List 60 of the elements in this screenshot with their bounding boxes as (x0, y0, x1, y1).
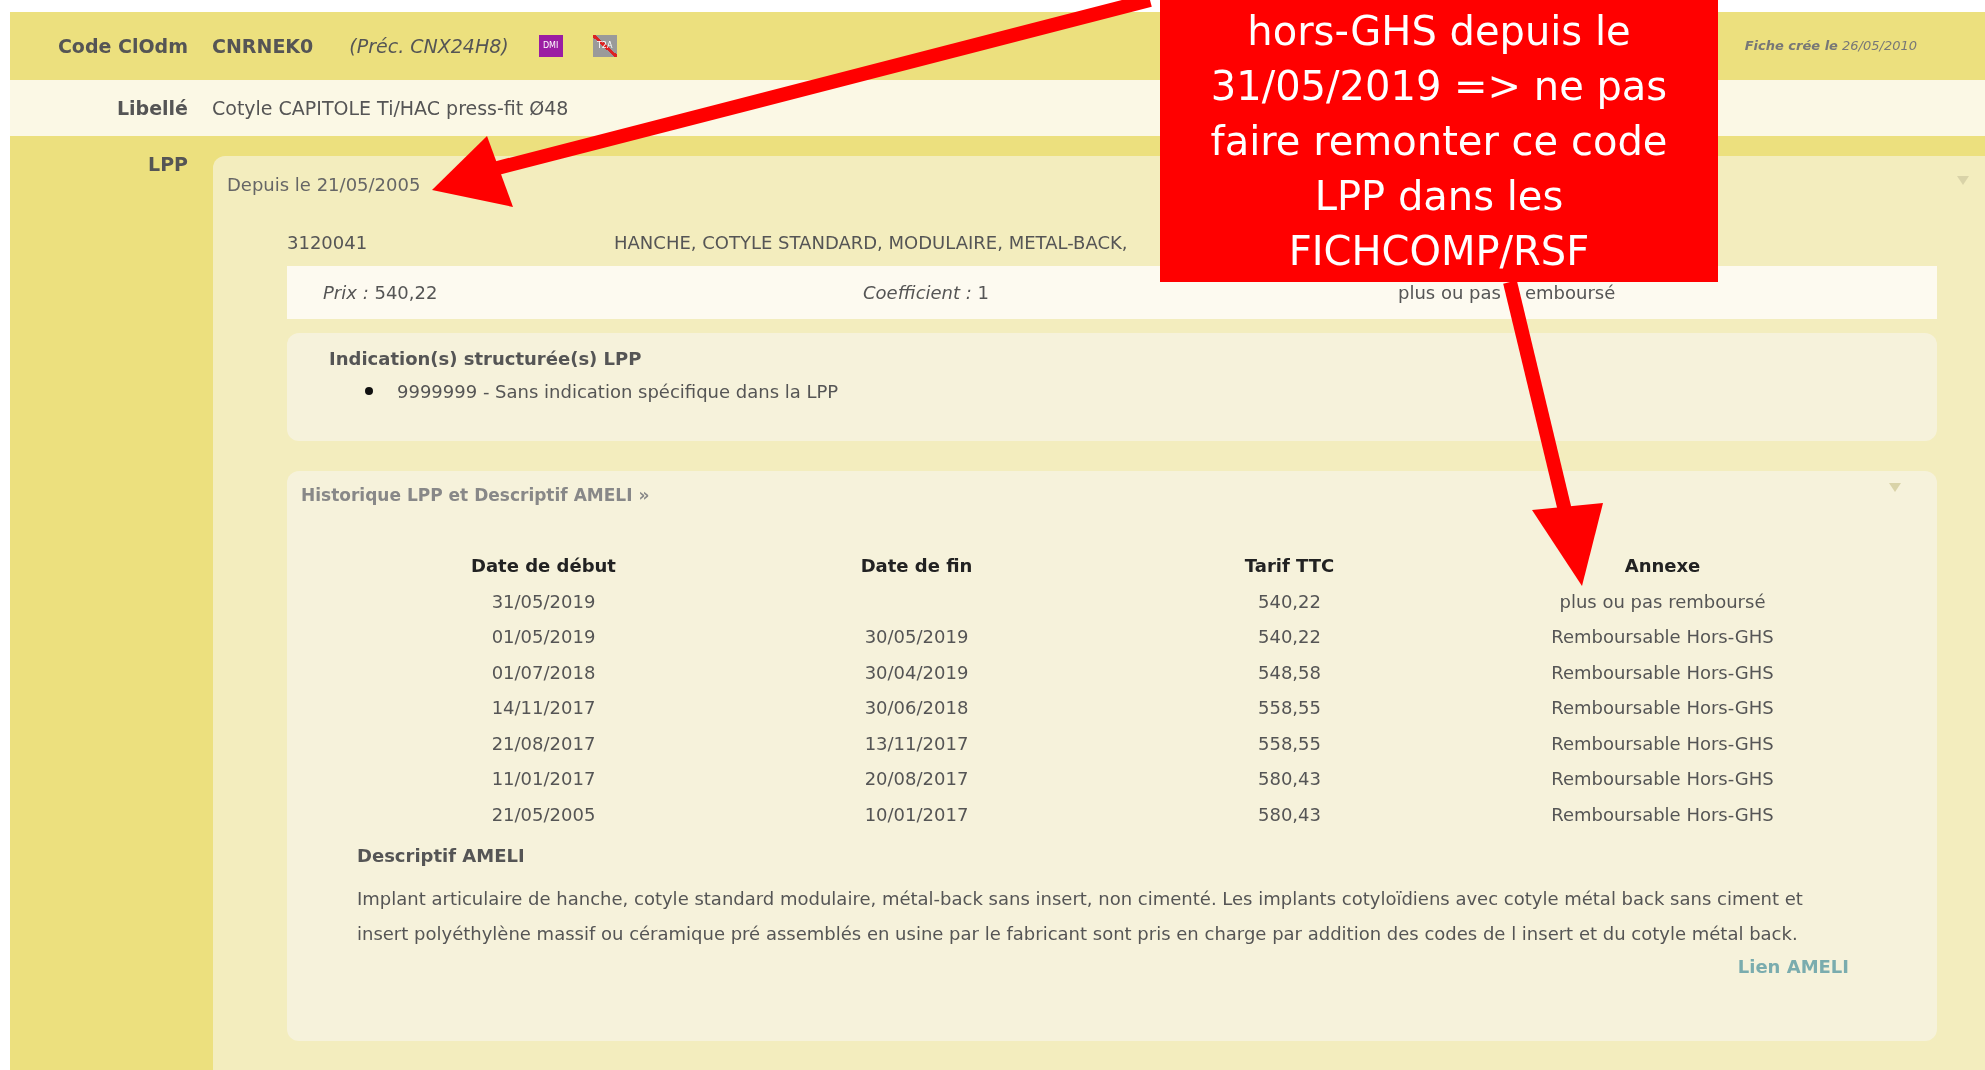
field-label: Libellé (115, 95, 188, 121)
table-cell-text: 558,55 (1257, 696, 1322, 720)
table-cell-text: 14/11/2017 (490, 696, 597, 720)
table-cell-text: Remboursable Hors-GHS (1550, 696, 1775, 720)
callout-text: hors-GHS depuis le (1247, 6, 1631, 56)
table-cell-text: Remboursable Hors-GHS (1550, 802, 1775, 827)
collapse-icon[interactable] (1957, 176, 1969, 185)
table-cell-text: 540,22 (1257, 625, 1322, 649)
libelle-value: Cotyle CAPITOLE Ti/HAC press-fit Ø48 (212, 95, 569, 121)
bullet-icon (365, 387, 373, 395)
previous-code: (Préc. CNX24H8) (349, 33, 509, 59)
description-text: Implant articulaire de hanche, cotyle standard modulaire, métal-back sans insert, non cimenté. Les implants cotyloïdiens avec cotyle métal back sans ciment et insert polyéthylène massif ou céramique pré assemblés en usine par le fabricant sont pris en charge par addition des codes de l insert et du cotyle métal back. (357, 887, 1804, 946)
lpp-code: 3120041 (287, 230, 369, 255)
table-cell-text: 01/07/2018 (490, 660, 597, 685)
table-cell-text: 580,43 (1257, 767, 1322, 791)
section-link[interactable]: Historique LPP et Descriptif AMELI » (301, 482, 1937, 508)
column-header: Date de fin (859, 554, 974, 578)
badge: DMI (538, 35, 563, 57)
section-date: Depuis le 21/05/2005 (227, 174, 421, 195)
table-cell-text: Remboursable Hors-GHS (1550, 731, 1775, 756)
table-cell-text: 21/05/2005 (490, 802, 597, 827)
reimbursement-status: emboursé (1524, 280, 1616, 305)
table-cell-text: 20/08/2017 (863, 767, 970, 791)
callout-text: FICHCOMP/RSF (1288, 226, 1590, 276)
description-title: Descriptif AMELI (357, 844, 526, 868)
table-cell-text: 30/05/2019 (863, 625, 970, 649)
column-header: Date de début (470, 554, 617, 578)
table-cell-text: 580,43 (1257, 802, 1322, 827)
table-cell-text: 540,22 (1257, 589, 1322, 614)
table-cell-text: plus ou pas remboursé (1558, 589, 1767, 614)
table-cell-text: 558,55 (1257, 731, 1322, 756)
table-cell-text: 01/05/2019 (490, 625, 597, 649)
reimbursement-status: plus ou pas (1398, 280, 1501, 305)
table-cell-text: 10/01/2017 (863, 802, 970, 827)
callout-text: faire remonter ce code (1210, 116, 1668, 166)
table-cell-text: 21/08/2017 (490, 731, 597, 756)
price-text: Prix : 540,22 (323, 280, 439, 305)
callout-text: 31/05/2019 => ne pas (1210, 61, 1668, 111)
field-label: LPP (147, 152, 188, 177)
creation-date: Fiche crée le 26/05/2010 (1744, 37, 1917, 56)
code-value: CNRNEK0 (212, 33, 314, 59)
table-cell-text: 13/11/2017 (863, 731, 970, 756)
field-label: Code ClOdm (56, 33, 188, 59)
column-header: Tarif TTC (1243, 554, 1336, 578)
list-item: 9999999 - Sans indication spécifique dans la LPP (397, 379, 839, 404)
collapse-icon[interactable] (1889, 482, 1901, 492)
column-header: Annexe (1623, 554, 1702, 578)
table-cell-text: 548,58 (1257, 660, 1322, 685)
table-cell-text: 31/05/2019 (490, 589, 597, 614)
ameli-link[interactable]: Lien AMELI (1737, 953, 1849, 980)
table-cell-text: Remboursable Hors-GHS (1550, 625, 1775, 649)
lpp-description: HANCHE, COTYLE STANDARD, MODULAIRE, METAL-BACK, (614, 230, 1128, 255)
table-cell-text: 30/06/2018 (863, 696, 970, 720)
card-title: Indication(s) structurée(s) LPP (329, 346, 643, 371)
table-cell-text: Remboursable Hors-GHS (1550, 660, 1775, 685)
table-cell-text: Remboursable Hors-GHS (1550, 767, 1775, 791)
coefficient-text: Coefficient : 1 (863, 280, 991, 305)
table-cell-text: 11/01/2017 (490, 767, 597, 791)
callout-text: LPP dans les (1314, 171, 1564, 221)
table-cell-text: 30/04/2019 (863, 660, 970, 685)
